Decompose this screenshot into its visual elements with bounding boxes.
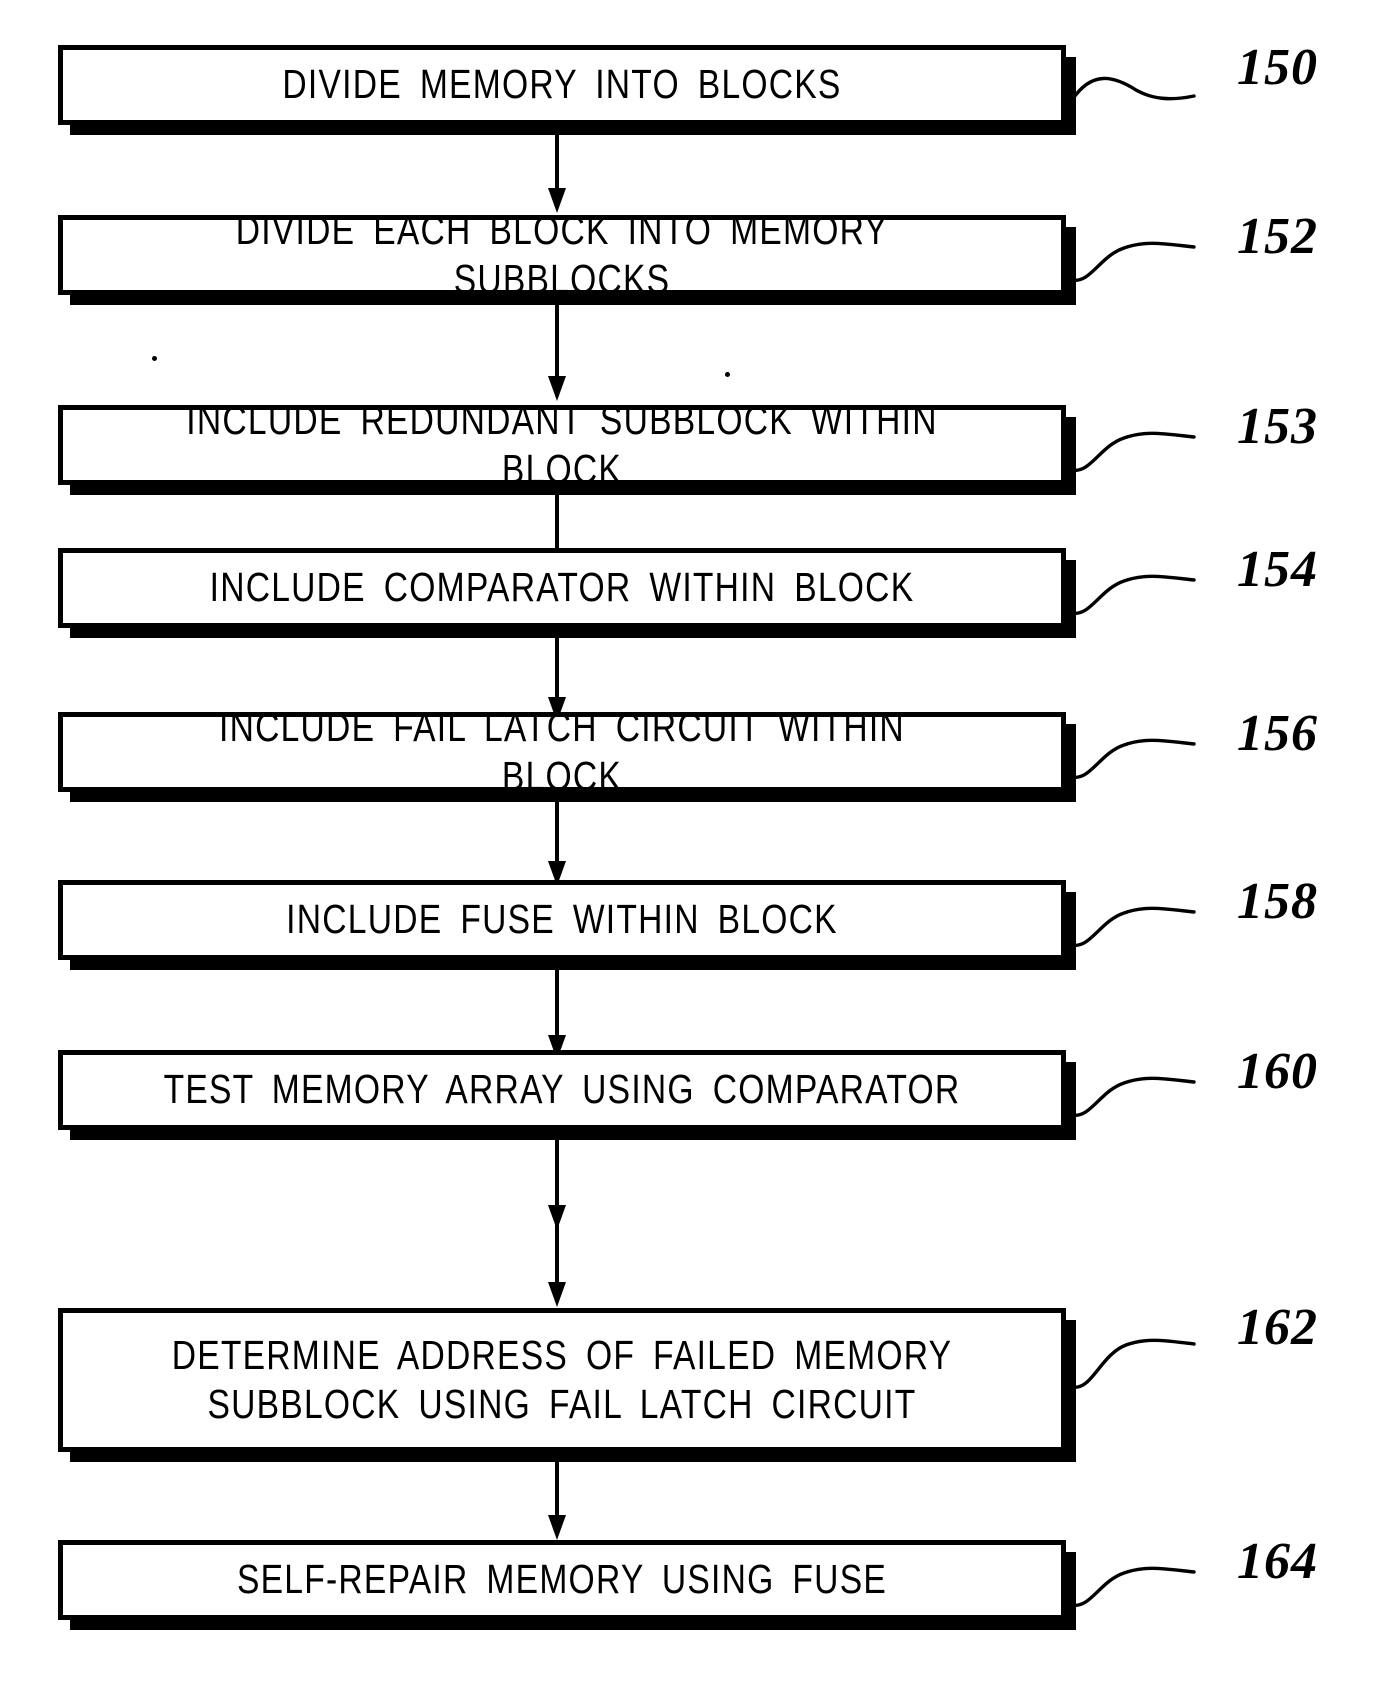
reference-numeral-154: 154	[1237, 541, 1318, 598]
leader-line-162	[1070, 1338, 1196, 1389]
connector-arrow-158-160	[555, 966, 559, 1040]
reference-numeral-164: 164	[1237, 1533, 1318, 1590]
flowchart-step-156-label: INCLUDE FAIL LATCH CIRCUIT WITHIN BLOCK	[219, 703, 905, 799]
leader-line-150	[1070, 76, 1196, 102]
connector-arrow-160-162	[555, 1136, 559, 1210]
flowchart-step-153-label: INCLUDE REDUNDANT SUBBLOCK WITHIN BLOCK	[186, 396, 938, 492]
flowchart-step-160-label: TEST MEMORY ARRAY USING COMPARATOR	[163, 1066, 961, 1113]
flowchart-step-154-label: INCLUDE COMPARATOR WITHIN BLOCK	[209, 564, 915, 611]
leader-line-152	[1070, 241, 1196, 282]
reference-numeral-160: 160	[1237, 1043, 1318, 1100]
patent-flowchart-figure: DIVIDE MEMORY INTO BLOCKS 150 DIVIDE EAC…	[0, 0, 1379, 1693]
flowchart-step-164: SELF-REPAIR MEMORY USING FUSE	[58, 1540, 1066, 1620]
leader-line-160	[1070, 1076, 1196, 1117]
leader-line-158	[1070, 906, 1196, 947]
reference-numeral-158: 158	[1237, 873, 1318, 930]
connector-arrow-156-158	[555, 798, 559, 866]
connector-arrow-162-164	[555, 1458, 559, 1520]
leader-line-164	[1070, 1566, 1196, 1607]
reference-numeral-162: 162	[1237, 1299, 1318, 1356]
leader-line-153	[1070, 431, 1196, 472]
reference-numeral-150: 150	[1237, 39, 1318, 96]
flowchart-step-158: INCLUDE FUSE WITHIN BLOCK	[58, 880, 1066, 960]
leader-line-156	[1070, 738, 1196, 779]
connector-arrow-150-152	[555, 131, 559, 193]
flowchart-step-150: DIVIDE MEMORY INTO BLOCKS	[58, 45, 1066, 125]
reference-numeral-152: 152	[1237, 208, 1318, 265]
flowchart-step-152-label: DIVIDE EACH BLOCK INTO MEMORY SUBBLOCKS	[235, 206, 889, 302]
flowchart-step-162-label: DETERMINE ADDRESS OF FAILED MEMORY SUBBL…	[171, 1331, 953, 1427]
connector-arrow-162-top	[555, 1221, 559, 1287]
flowchart-step-158-label: INCLUDE FUSE WITHIN BLOCK	[286, 896, 838, 943]
connector-arrow-152-153	[555, 301, 559, 381]
reference-numeral-156: 156	[1237, 705, 1318, 762]
leader-line-154	[1070, 574, 1196, 615]
connector-arrow-154-156	[555, 634, 559, 702]
flowchart-step-156: INCLUDE FAIL LATCH CIRCUIT WITHIN BLOCK	[58, 704, 1066, 799]
flowchart-step-152: DIVIDE EACH BLOCK INTO MEMORY SUBBLOCKS	[58, 207, 1066, 302]
flowchart-step-150-label: DIVIDE MEMORY INTO BLOCKS	[282, 61, 842, 108]
flowchart-step-160: TEST MEMORY ARRAY USING COMPARATOR	[58, 1050, 1066, 1130]
reference-numeral-153: 153	[1237, 398, 1318, 455]
scan-speck	[152, 356, 157, 361]
flowchart-step-154: INCLUDE COMPARATOR WITHIN BLOCK	[58, 548, 1066, 628]
flowchart-step-162: DETERMINE ADDRESS OF FAILED MEMORY SUBBL…	[58, 1308, 1066, 1452]
flowchart-step-164-label: SELF-REPAIR MEMORY USING FUSE	[236, 1556, 888, 1603]
flowchart-step-153: INCLUDE REDUNDANT SUBBLOCK WITHIN BLOCK	[58, 397, 1066, 492]
scan-speck	[725, 372, 730, 377]
